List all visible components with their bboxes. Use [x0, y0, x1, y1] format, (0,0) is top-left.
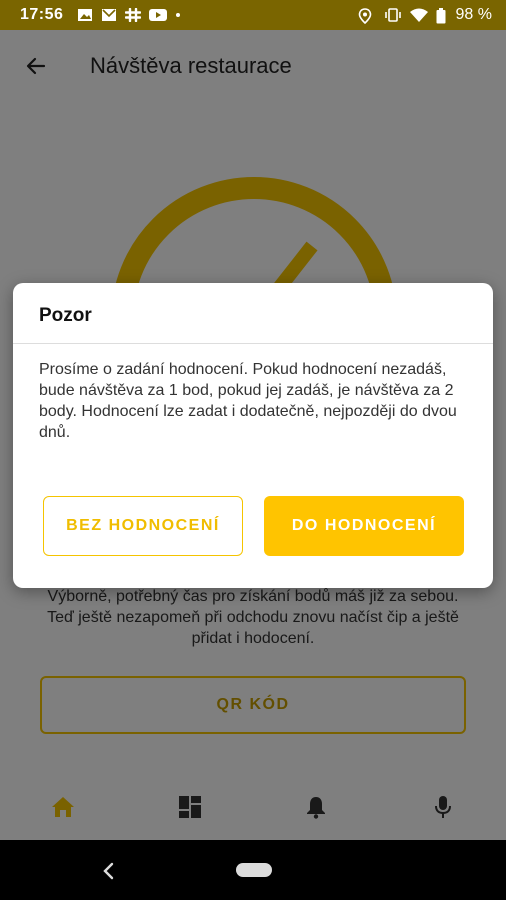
wifi-icon: [409, 8, 428, 22]
system-home-button[interactable]: [236, 863, 272, 877]
dialog-title: Pozor: [39, 305, 92, 326]
skip-rating-button[interactable]: BEZ HODNOCENÍ: [43, 496, 243, 556]
youtube-icon: [149, 8, 168, 22]
slack-icon: [125, 7, 142, 23]
go-to-rating-button[interactable]: DO HODNOCENÍ: [264, 496, 464, 556]
status-time: 17:56: [20, 6, 64, 23]
status-bar: 17:56 98 %: [0, 0, 506, 30]
chevron-left-icon: [103, 862, 114, 880]
mail-icon: [101, 8, 117, 22]
system-navigation-bar: [0, 840, 506, 900]
dialog-message: Prosíme o zadání hodnocení. Pokud hodnoc…: [39, 361, 457, 441]
battery-percent: 98 %: [455, 6, 492, 23]
image-icon: [77, 8, 93, 22]
rating-warning-dialog: Pozor Prosíme o zadání hodnocení. Pokud …: [13, 283, 493, 588]
battery-icon: [436, 8, 446, 24]
system-back-button[interactable]: [96, 858, 122, 884]
location-icon: [358, 8, 374, 25]
vibrate-icon: [384, 8, 401, 22]
dialog-divider: [13, 343, 493, 344]
dot-icon: [173, 8, 189, 22]
